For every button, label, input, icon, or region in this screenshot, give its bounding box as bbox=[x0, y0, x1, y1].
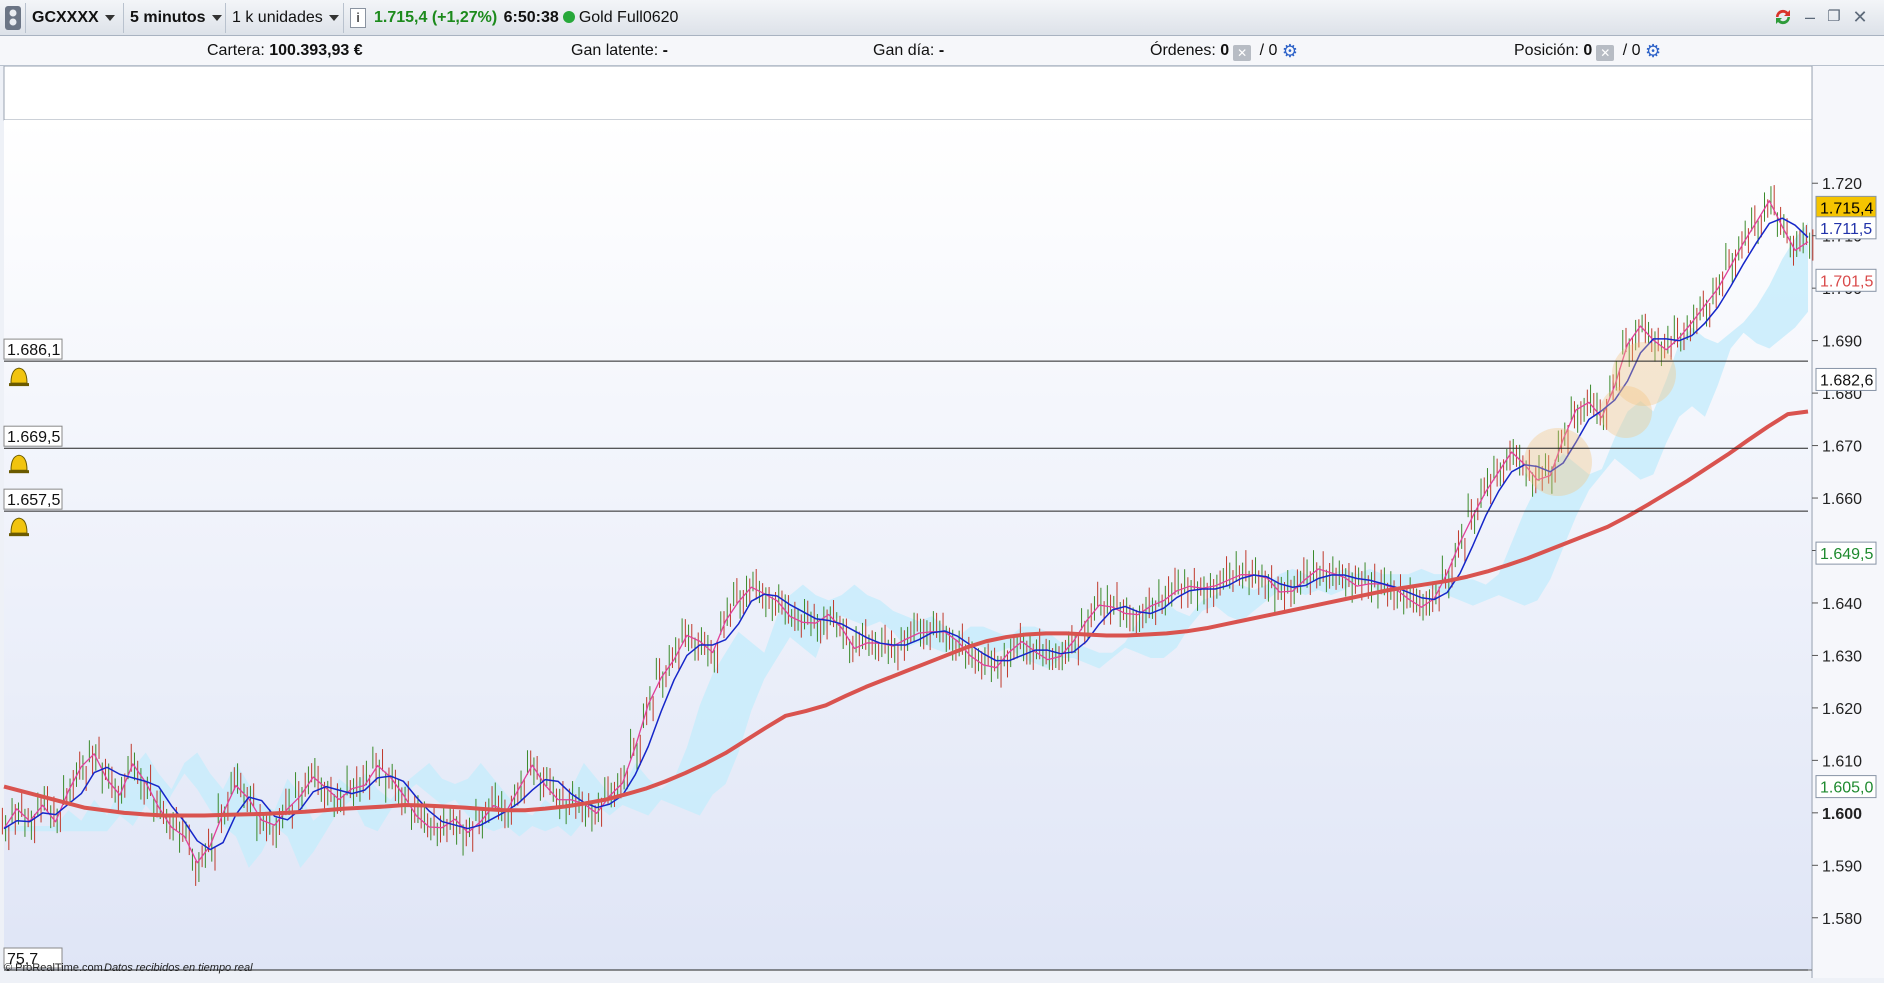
realtime-text: Datos recibidos en tiempo real bbox=[104, 962, 253, 974]
instrument-name: Gold Full0620 bbox=[578, 9, 679, 26]
price-tag-label: 1.711,5 bbox=[1820, 221, 1872, 238]
y-tick-label: 1.720 bbox=[1822, 176, 1862, 193]
posicion-value: 0 bbox=[1583, 42, 1593, 59]
price-tag-label: 1.682,6 bbox=[1820, 372, 1873, 389]
timeframe-selector[interactable]: 5 minutos bbox=[124, 3, 226, 33]
chevron-down-icon bbox=[104, 14, 115, 21]
ordenes-value: 0 bbox=[1220, 42, 1230, 59]
cartera-value: 100.393,93 € bbox=[269, 42, 363, 59]
chevron-down-icon bbox=[328, 14, 339, 21]
gan-dia-value: - bbox=[938, 42, 945, 59]
alert-label: 1.669,5 bbox=[7, 429, 60, 446]
price-tag-label: 1.649,5 bbox=[1820, 546, 1873, 563]
y-tick-label: 1.690 bbox=[1822, 334, 1862, 351]
bell-base bbox=[9, 383, 29, 387]
info-icon[interactable]: i bbox=[350, 7, 366, 28]
close-position-icon[interactable]: ✕ bbox=[1596, 45, 1615, 61]
indicator-strip bbox=[3, 65, 1813, 121]
y-tick-label: 1.640 bbox=[1822, 596, 1862, 613]
gan-latente-label: Gan latente: bbox=[571, 42, 659, 59]
y-tick-label: 1.580 bbox=[1822, 911, 1862, 928]
cancel-orders-icon[interactable]: ✕ bbox=[1233, 45, 1252, 61]
logo-segment bbox=[0, 3, 26, 33]
timeframe-label: 5 minutos bbox=[130, 9, 206, 26]
y-tick-label: 1.630 bbox=[1822, 648, 1862, 665]
ordenes: Órdenes: 0 ✕ / 0 ⚙ bbox=[1150, 36, 1298, 66]
units-label: 1 k unidades bbox=[232, 9, 323, 26]
symbol-selector[interactable]: GCXXXX bbox=[26, 3, 124, 33]
app-logo-icon bbox=[5, 5, 21, 30]
price-tag-label: 1.701,5 bbox=[1820, 273, 1873, 290]
price-chart[interactable]: 1.686,11.669,51.657,575,7 1.7201.7101.70… bbox=[0, 65, 1884, 978]
top-toolbar: GCXXXX 5 minutos 1 k unidades i 1.715,4 (… bbox=[0, 0, 1884, 36]
sync-icon[interactable] bbox=[1772, 6, 1792, 28]
y-tick-label: 1.610 bbox=[1822, 753, 1862, 770]
close-icon[interactable]: ✕ bbox=[1850, 6, 1870, 28]
price-tag-label: 1.605,0 bbox=[1820, 780, 1873, 797]
alert-label: 1.657,5 bbox=[7, 492, 60, 509]
y-tick-label: 1.600 bbox=[1822, 806, 1862, 823]
posicion-value2: / 0 bbox=[1622, 42, 1641, 59]
status-dot-icon bbox=[562, 11, 575, 23]
copyright-text: © ProRealTime.com bbox=[4, 962, 103, 974]
y-tick-label: 1.660 bbox=[1822, 491, 1862, 508]
posicion: Posición: 0 ✕ / 0 ⚙ bbox=[1514, 36, 1661, 66]
bell-base bbox=[9, 533, 29, 537]
clock: 6:50:38 bbox=[503, 9, 559, 26]
y-tick-label: 1.670 bbox=[1822, 439, 1862, 456]
gan-latente: Gan latente: - bbox=[571, 36, 668, 66]
bell-base bbox=[9, 470, 29, 474]
gear-icon[interactable]: ⚙ bbox=[1282, 36, 1298, 66]
cartera: Cartera: 100.393,93 € bbox=[207, 36, 363, 66]
y-tick-label: 1.620 bbox=[1822, 701, 1862, 718]
y-tick-label: 1.590 bbox=[1822, 858, 1862, 875]
ordenes-value2: / 0 bbox=[1259, 42, 1278, 59]
cartera-label: Cartera: bbox=[207, 42, 265, 59]
chevron-down-icon bbox=[211, 14, 222, 21]
price-tag-label: 1.715,4 bbox=[1820, 200, 1873, 217]
gear-icon[interactable]: ⚙ bbox=[1645, 36, 1661, 66]
alert-label: 1.686,1 bbox=[7, 342, 60, 359]
gan-dia: Gan día: - bbox=[873, 36, 944, 66]
highlight-circle bbox=[1612, 342, 1676, 406]
restore-icon[interactable]: ❐ bbox=[1824, 6, 1844, 28]
units-selector[interactable]: 1 k unidades bbox=[226, 3, 344, 33]
price-chart-svg[interactable]: 1.686,11.669,51.657,575,7 1.7201.7101.70… bbox=[0, 65, 1884, 978]
price-change: 1.715,4 (+1,27%) bbox=[374, 9, 498, 26]
highlight-circle bbox=[1524, 428, 1592, 496]
minimize-icon[interactable]: – bbox=[1800, 6, 1820, 28]
ordenes-label: Órdenes: bbox=[1150, 42, 1216, 59]
quote-segment: i 1.715,4 (+1,27%) 6:50:38 Gold Full0620 bbox=[344, 3, 704, 33]
account-bar: Cartera: 100.393,93 € Gan latente: - Gan… bbox=[0, 36, 1884, 66]
gan-dia-label: Gan día: bbox=[873, 42, 935, 59]
gan-latente-value: - bbox=[662, 42, 668, 59]
posicion-label: Posición: bbox=[1514, 42, 1579, 59]
symbol-label: GCXXXX bbox=[32, 9, 99, 26]
